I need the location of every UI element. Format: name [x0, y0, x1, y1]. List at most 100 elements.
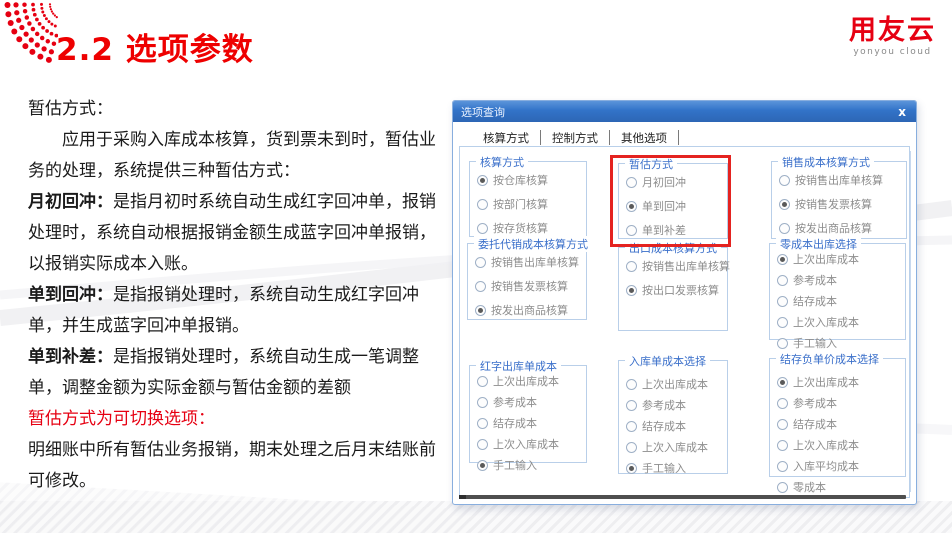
radio-icon[interactable]: [777, 254, 788, 265]
radio-option[interactable]: 上次入库成本: [777, 437, 905, 453]
radio-icon[interactable]: [477, 376, 488, 387]
radio-icon[interactable]: [777, 317, 788, 328]
group-negative-balance-cost: 结存负单价成本选择 上次出库成本 参考成本 结存成本 上次入库成本 入库平均成本…: [769, 358, 906, 477]
radio-icon[interactable]: [475, 281, 486, 292]
radio-option[interactable]: 参考成本: [777, 272, 905, 288]
group-title: 出口成本核算方式: [625, 240, 721, 256]
radio-label: 结存成本: [793, 416, 837, 432]
radio-icon[interactable]: [777, 338, 788, 349]
dialog-titlebar[interactable]: 选项查询 x: [453, 101, 916, 122]
radio-option[interactable]: 结存成本: [477, 415, 586, 431]
radio-icon[interactable]: [626, 442, 637, 453]
radio-icon[interactable]: [779, 175, 790, 186]
radio-option[interactable]: 按销售发票核算: [475, 278, 586, 294]
radio-option[interactable]: 结存成本: [777, 293, 905, 309]
tab-separator: [540, 130, 541, 145]
radio-icon[interactable]: [477, 175, 488, 186]
logo-brand-text: 用友云: [849, 16, 936, 46]
radio-option[interactable]: 手工输入: [626, 460, 727, 476]
radio-label: 手工输入: [493, 457, 537, 473]
radio-icon[interactable]: [777, 275, 788, 286]
radio-icon[interactable]: [626, 379, 637, 390]
radio-option[interactable]: 参考成本: [626, 397, 727, 413]
radio-label: 手工输入: [793, 335, 837, 351]
radio-icon[interactable]: [777, 296, 788, 307]
radio-option[interactable]: 上次出库成本: [777, 251, 905, 267]
radio-icon[interactable]: [626, 201, 637, 212]
radio-icon[interactable]: [779, 199, 790, 210]
radio-option[interactable]: 参考成本: [777, 395, 905, 411]
radio-option[interactable]: 入库平均成本: [777, 458, 905, 474]
radio-label: 参考成本: [793, 395, 837, 411]
radio-option[interactable]: 单到补差: [626, 222, 727, 238]
radio-icon[interactable]: [626, 261, 637, 272]
radio-option[interactable]: 结存成本: [626, 418, 727, 434]
radio-icon[interactable]: [475, 257, 486, 268]
horizontal-scrollbar[interactable]: [460, 495, 906, 499]
tab-other-options[interactable]: 其他选项: [611, 130, 677, 146]
radio-label: 按销售出库单核算: [491, 254, 579, 270]
radio-icon[interactable]: [777, 440, 788, 451]
radio-icon[interactable]: [777, 419, 788, 430]
radio-label: 单到补差: [642, 222, 686, 238]
radio-option[interactable]: 按销售发票核算: [779, 196, 906, 212]
radio-icon[interactable]: [475, 305, 486, 316]
radio-option[interactable]: 零成本: [777, 479, 905, 495]
radio-option[interactable]: 按存货核算: [477, 220, 586, 236]
radio-label: 参考成本: [793, 272, 837, 288]
radio-option[interactable]: 上次出库成本: [626, 376, 727, 392]
radio-option[interactable]: 按销售出库单核算: [626, 258, 727, 274]
radio-icon[interactable]: [626, 400, 637, 411]
radio-option[interactable]: 上次出库成本: [777, 374, 905, 390]
radio-label: 按出口发票核算: [642, 282, 719, 298]
radio-label: 上次入库成本: [493, 436, 559, 452]
group-title: 委托代销成本核算方式: [474, 236, 592, 252]
close-icon[interactable]: x: [896, 106, 908, 118]
radio-label: 按销售发票核算: [491, 278, 568, 294]
radio-option[interactable]: 上次入库成本: [626, 439, 727, 455]
radio-option[interactable]: 上次入库成本: [477, 436, 586, 452]
radio-option[interactable]: 按发出商品核算: [475, 302, 586, 318]
radio-option[interactable]: 上次入库成本: [777, 314, 905, 330]
tab-accounting-method[interactable]: 核算方式: [473, 130, 539, 146]
radio-icon[interactable]: [477, 397, 488, 408]
radio-icon[interactable]: [477, 460, 488, 471]
radio-icon[interactable]: [626, 463, 637, 474]
radio-option[interactable]: 按销售出库单核算: [475, 254, 586, 270]
radio-label: 上次出库成本: [642, 376, 708, 392]
radio-icon[interactable]: [779, 223, 790, 234]
radio-option[interactable]: 上次出库成本: [477, 373, 586, 389]
radio-label: 月初回冲: [642, 174, 686, 190]
tab-control-method[interactable]: 控制方式: [542, 130, 608, 146]
radio-option[interactable]: 参考成本: [477, 394, 586, 410]
text-paragraph-5: 明细账中所有暂估业务报销，期末处理之后月末结账前可修改。: [28, 435, 446, 497]
radio-icon[interactable]: [626, 421, 637, 432]
radio-option[interactable]: 月初回冲: [626, 174, 727, 190]
radio-icon[interactable]: [777, 461, 788, 472]
radio-label: 结存成本: [642, 418, 686, 434]
radio-icon[interactable]: [777, 377, 788, 388]
radio-icon[interactable]: [477, 418, 488, 429]
radio-label: 上次出库成本: [793, 251, 859, 267]
radio-option[interactable]: 按部门核算: [477, 196, 586, 212]
group-title: 核算方式: [476, 154, 528, 170]
radio-option[interactable]: 手工输入: [777, 335, 905, 351]
radio-icon[interactable]: [626, 225, 637, 236]
radio-label: 按销售出库单核算: [642, 258, 730, 274]
radio-icon[interactable]: [477, 199, 488, 210]
radio-icon[interactable]: [777, 482, 788, 493]
radio-icon[interactable]: [477, 223, 488, 234]
vertical-scrollbar[interactable]: [910, 151, 911, 492]
radio-option[interactable]: 按销售出库单核算: [779, 172, 906, 188]
radio-option[interactable]: 单到回冲: [626, 198, 727, 214]
radio-icon[interactable]: [626, 177, 637, 188]
radio-option[interactable]: 手工输入: [477, 457, 586, 473]
radio-icon[interactable]: [477, 439, 488, 450]
radio-option[interactable]: 结存成本: [777, 416, 905, 432]
radio-option[interactable]: 按出口发票核算: [626, 282, 727, 298]
radio-option[interactable]: 按仓库核算: [477, 172, 586, 188]
radio-icon[interactable]: [777, 398, 788, 409]
radio-label: 按仓库核算: [493, 172, 548, 188]
radio-option[interactable]: 按发出商品核算: [779, 220, 906, 236]
radio-icon[interactable]: [626, 285, 637, 296]
